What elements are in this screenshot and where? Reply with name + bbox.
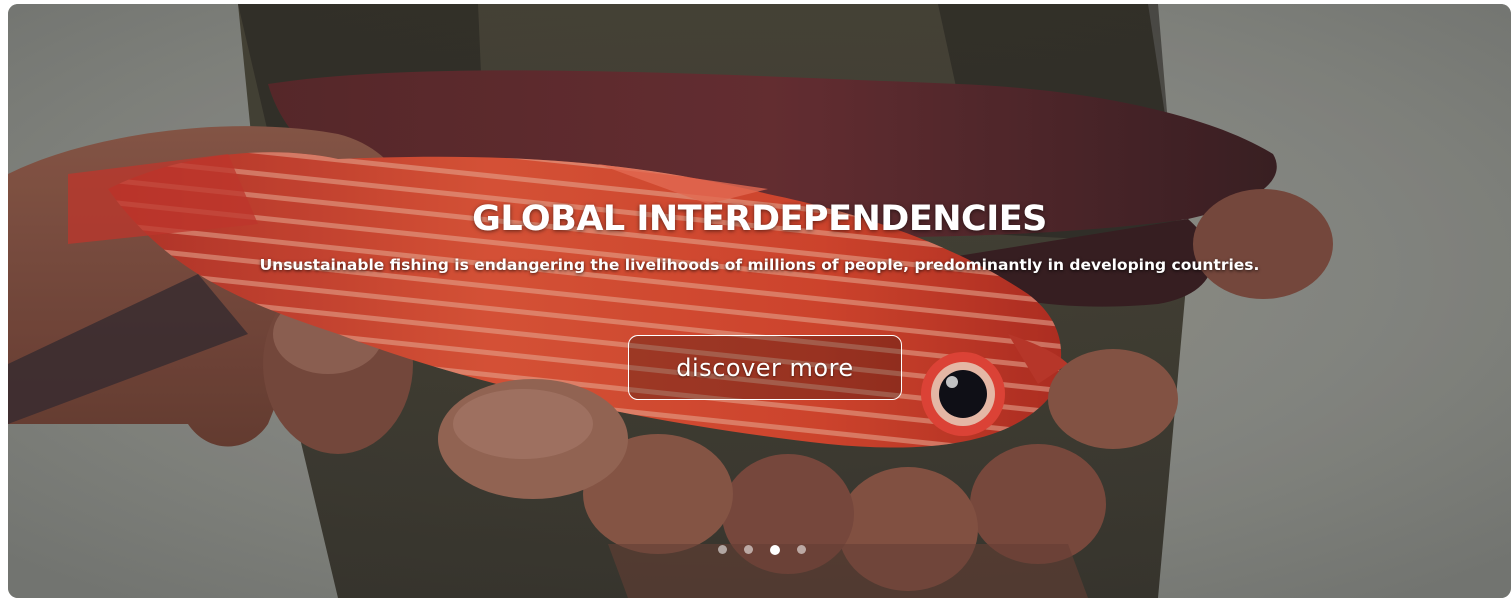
slide-description: Unsustainable fishing is endangering the… bbox=[259, 256, 1260, 274]
carousel-dot-icon[interactable] bbox=[770, 544, 780, 555]
carousel-dot-icon[interactable] bbox=[744, 545, 753, 554]
carousel-dot-icon[interactable] bbox=[718, 545, 727, 554]
hero-carousel: GLOBAL INTERDEPENDENCIES Unsustainable f… bbox=[8, 4, 1511, 598]
image-overlay bbox=[8, 4, 1511, 598]
slide-title: GLOBAL INTERDEPENDENCIES bbox=[472, 199, 1047, 239]
discover-more-button[interactable]: discover more bbox=[628, 335, 902, 400]
slide-caption: GLOBAL INTERDEPENDENCIES Unsustainable f… bbox=[8, 196, 1511, 279]
carousel-dot-icon[interactable] bbox=[797, 545, 806, 554]
carousel-pagination bbox=[718, 544, 806, 557]
